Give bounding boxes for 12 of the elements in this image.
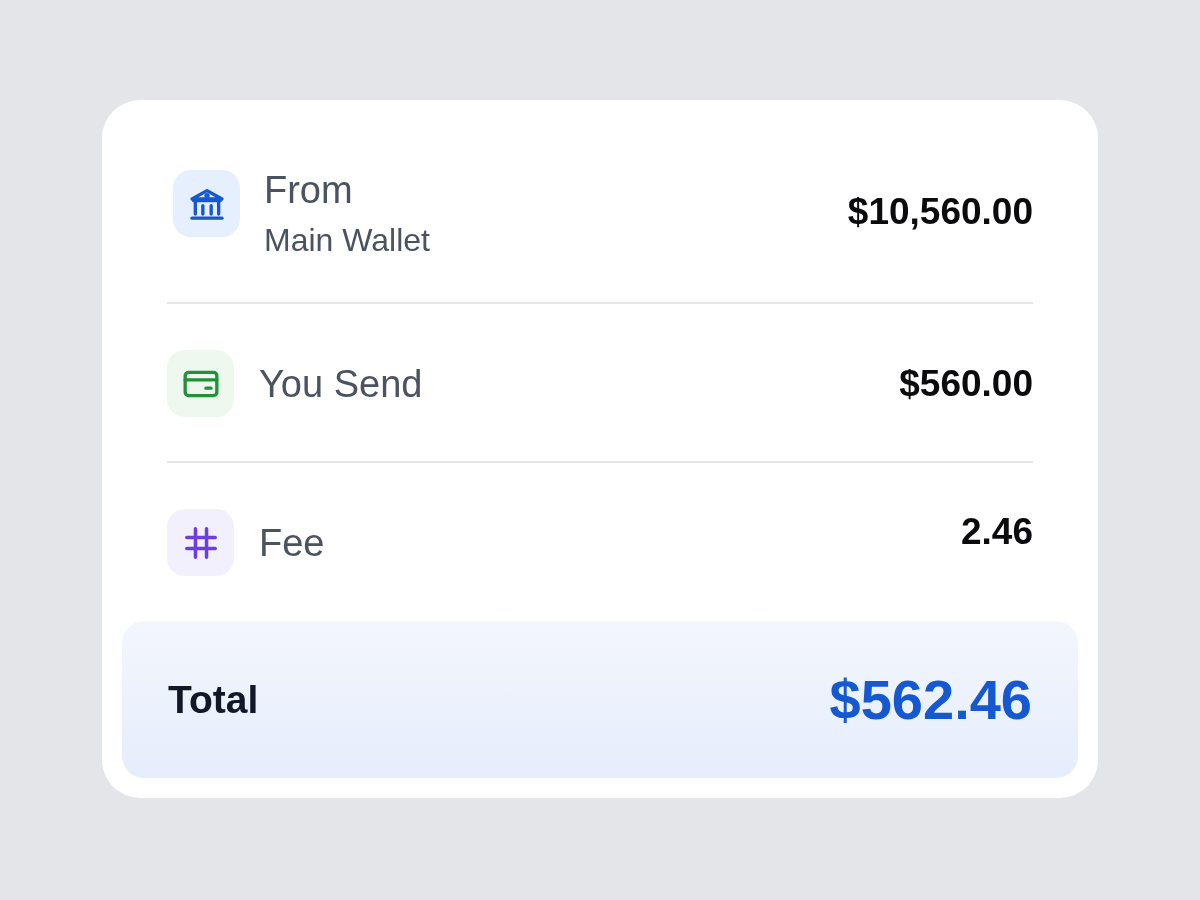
row-label: Fee <box>259 522 325 563</box>
row-label: From <box>264 170 354 210</box>
row-amount: $10,560.00 <box>847 192 1033 232</box>
total-amount: $562.46 <box>829 667 1032 732</box>
bank-icon <box>173 170 240 237</box>
hash-icon <box>167 509 234 576</box>
row-sublabel: Main Wallet <box>264 222 430 258</box>
row-label: You Send <box>259 363 423 404</box>
total-label: Total <box>168 677 259 722</box>
row-amount: $560.00 <box>899 363 1033 404</box>
row-amount: 2.46 <box>961 512 1033 552</box>
card-icon <box>167 350 234 417</box>
